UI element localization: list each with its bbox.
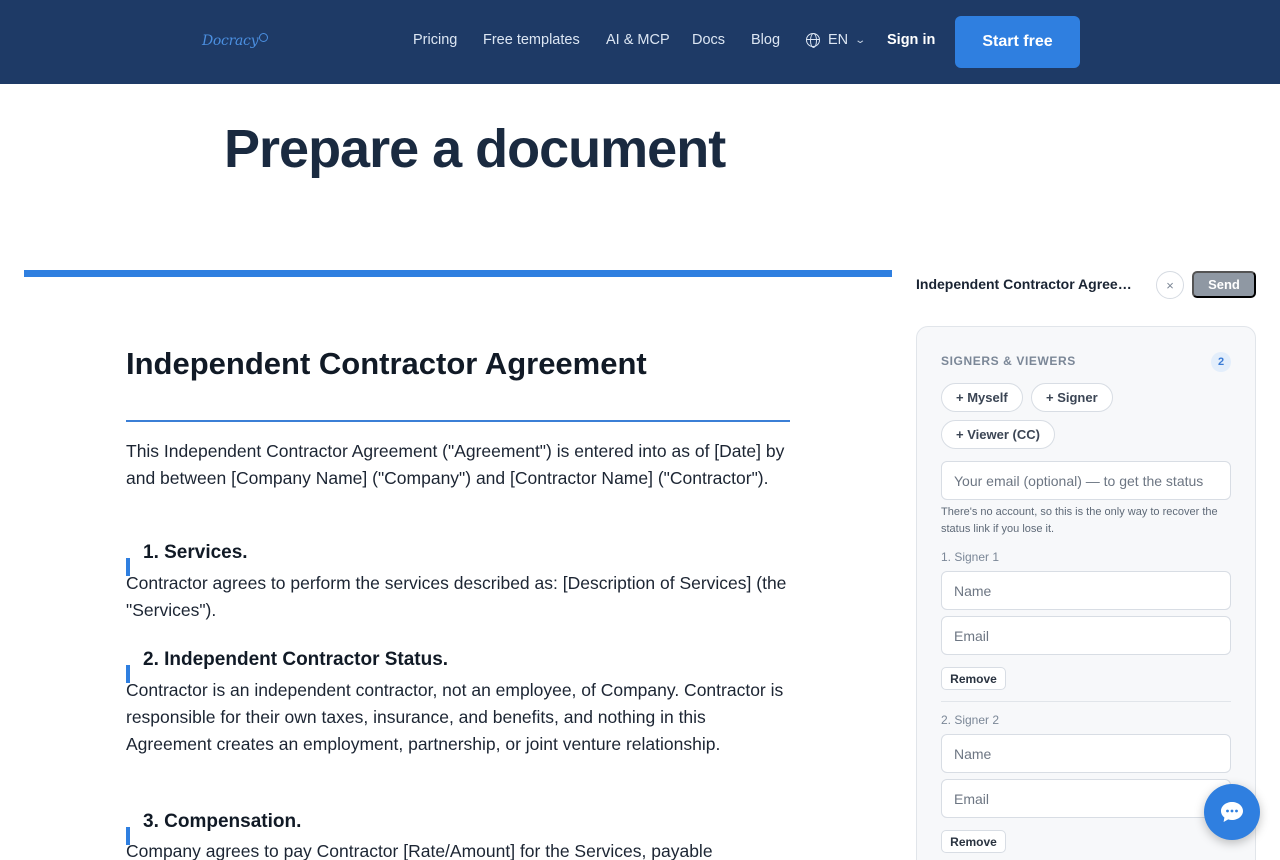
signer-email-input[interactable]: Email <box>941 616 1231 655</box>
section-heading-text: 1. Services. <box>143 542 248 563</box>
docracy-logo[interactable]: Docracy <box>202 30 269 52</box>
sign-in-link[interactable]: Sign in <box>887 32 935 48</box>
section-heading: 2. Independent Contractor Status. <box>126 647 449 683</box>
top-navigation-bar: Docracy Pricing Free templates AI & MCP … <box>0 0 1280 84</box>
document-accent-bar <box>24 270 892 277</box>
document-intro: This Independent Contractor Agreement ("… <box>126 441 785 488</box>
chat-launcher-button[interactable] <box>1204 784 1260 840</box>
nav-docs[interactable]: Docs <box>692 32 725 48</box>
signer-email-input[interactable]: Email <box>941 779 1231 818</box>
signer-count-badge: 2 <box>1211 352 1231 372</box>
language-code: EN <box>828 32 849 48</box>
logo-text: Docracy <box>202 33 259 49</box>
section-body: Contractor is an independent contractor,… <box>126 680 784 754</box>
document-title-divider <box>126 420 790 422</box>
close-icon[interactable]: × <box>1156 271 1184 299</box>
signer-name-input[interactable]: Name <box>941 571 1231 610</box>
chevron-down-icon: ⌄ <box>854 34 867 46</box>
language-selector[interactable]: EN ⌄ <box>806 32 867 48</box>
signer-label: 2. Signer 2 <box>941 713 1000 727</box>
send-button[interactable]: Send <box>1192 271 1256 298</box>
remove-signer-button[interactable]: Remove <box>941 667 1006 690</box>
section-heading-text: 3. Compensation. <box>143 811 302 832</box>
signer-label: 1. Signer 1 <box>941 550 1000 564</box>
nav-pricing[interactable]: Pricing <box>413 32 457 48</box>
globe-icon <box>806 33 820 48</box>
add-viewer-button[interactable]: + Viewer (CC) <box>941 420 1055 449</box>
section-heading-text: 2. Independent Contractor Status. <box>143 649 449 670</box>
owner-email-input[interactable]: Your email (optional) — to get the statu… <box>941 461 1231 500</box>
page-title: Prepare a document <box>224 119 726 179</box>
add-signer-button[interactable]: + Signer <box>1031 383 1113 412</box>
signer-divider <box>941 701 1231 702</box>
signers-section-label: SIGNERS & VIEWERS <box>941 354 1076 368</box>
section-heading: 3. Compensation. <box>126 809 302 845</box>
nav-ai-mcp[interactable]: AI & MCP <box>606 32 670 48</box>
owner-email-hint: There's no account, so this is the only … <box>941 506 1218 535</box>
signer-name-input[interactable]: Name <box>941 734 1231 773</box>
section-body: Contractor agrees to perform the service… <box>126 573 787 620</box>
remove-signer-button[interactable]: Remove <box>941 830 1006 853</box>
document-title: Independent Contractor Agreement <box>126 346 647 381</box>
nav-free-templates[interactable]: Free templates <box>483 32 580 48</box>
section-heading: 1. Services. <box>126 540 248 576</box>
nav-blog[interactable]: Blog <box>751 32 780 48</box>
section-body: Company agrees to pay Contractor [Rate/A… <box>126 841 713 860</box>
logo-mark-icon <box>259 32 269 42</box>
start-free-button[interactable]: Start free <box>955 16 1080 68</box>
chat-bubble-icon <box>1221 802 1243 822</box>
add-myself-button[interactable]: + Myself <box>941 383 1023 412</box>
document-name: Independent Contractor Agreeme... <box>916 276 1144 292</box>
